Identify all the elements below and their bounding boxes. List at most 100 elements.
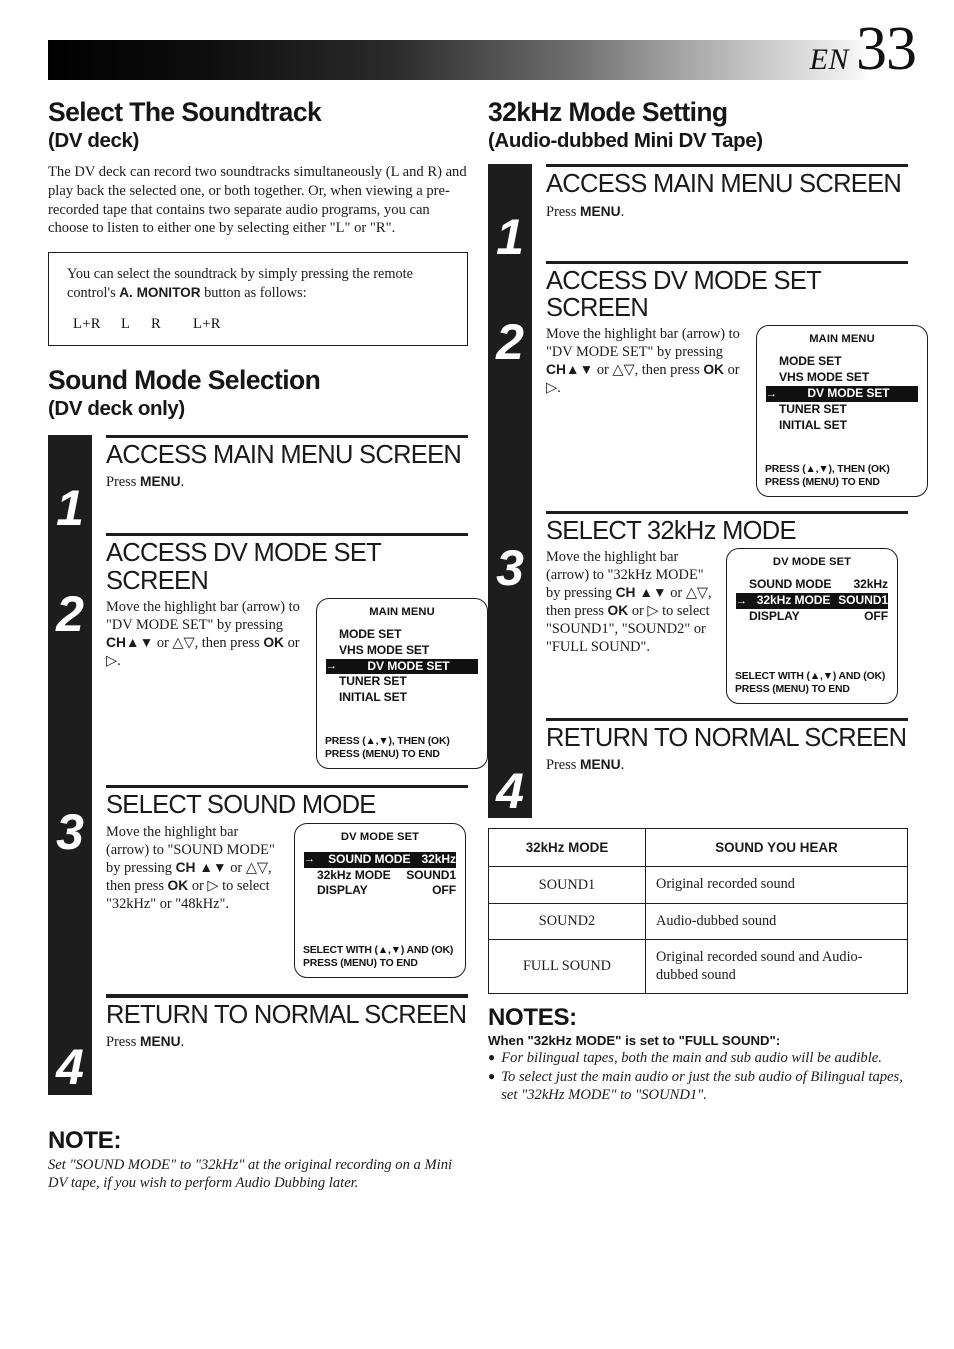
sequence-item: L+R: [73, 316, 101, 333]
table-row: FULL SOUND Original recorded sound and Au…: [488, 939, 908, 995]
osd-row-label: SOUND MODE: [328, 851, 411, 866]
table-cell-sound: Original recorded sound: [645, 866, 908, 904]
osd-title: DV MODE SET: [340, 830, 420, 843]
sequence-item: L: [121, 316, 131, 333]
note-bullet-text: To select just the main audio or just th…: [501, 1068, 903, 1103]
osd-screen-dv-mode-set: DV MODE SET → SOUND MODE 32kHz 32kHz MODE SO…: [294, 822, 466, 979]
notes-bullet-list: ● For bilingual tapes, both the main and …: [488, 1049, 908, 1104]
osd-row-value: OFF: [864, 608, 888, 623]
manual-page: EN 33 Select The Soundtrack (DV deck) Th…: [0, 0, 954, 1349]
selection-arrow-icon: →: [736, 594, 747, 607]
step-desc-pre: Press: [106, 1033, 140, 1050]
table-header-row: 32kHz MODE SOUND YOU HEAR: [488, 828, 908, 868]
osd-row-label: 32kHz MODE: [756, 593, 831, 608]
step-title: SELECT 32kHz MODE: [546, 517, 796, 545]
page-title: Select The Soundtrack: [48, 97, 322, 127]
osd-row-highlighted: → DV MODE SET: [326, 658, 478, 675]
section-subtitle-32khz: (Audio-dubbed Mini DV Tape): [488, 128, 763, 152]
osd-row-list: MODE SET VHS MODE SET → DV MODE SET TUNER SE…: [317, 627, 487, 706]
step-title: ACCESS DV MODE SET SCREEN: [546, 266, 821, 323]
osd-row-value: 32kHz: [421, 851, 457, 866]
osd-footer-line: SELECT WITH (▲,▼) AND (OK): [303, 945, 454, 957]
sequence-item: R: [151, 316, 162, 333]
osd-row-list: MODE SET VHS MODE SET → DV MODE SET TUNER SE…: [757, 354, 927, 433]
osd-row-label: TUNER SET: [339, 674, 407, 689]
table-cell-sound: Audio-dubbed sound: [645, 902, 908, 941]
note-body: Set "SOUND MODE" to "32kHz" at the origi…: [48, 1156, 453, 1192]
osd-row-label: DV MODE SET: [807, 386, 890, 401]
intro-paragraph: The DV deck can record two soundtracks s…: [48, 164, 467, 237]
osd-row-highlighted: → 32kHz MODE SOUND1: [736, 593, 888, 609]
osd-row-label: INITIAL SET: [339, 690, 407, 705]
step-desc-button: MENU: [139, 1033, 181, 1049]
step-4: 4 RETURN TO NORMAL SCREEN Press MENU.: [48, 994, 468, 1094]
osd-row-value: SOUND1: [406, 867, 456, 882]
page-subtitle: (DV deck): [48, 128, 139, 152]
step-4: 4 RETURN TO NORMAL SCREEN Press MENU.: [488, 717, 908, 818]
osd-footer-line: PRESS (▲,▼), THEN (OK): [325, 735, 450, 747]
step-desc-pre: Press: [546, 203, 580, 220]
language-code: EN: [809, 43, 849, 76]
osd-row-label: MODE SET: [339, 626, 402, 641]
section-title-32khz: 32kHz Mode Setting: [488, 97, 728, 127]
osd-footer-line: PRESS (▲,▼), THEN (OK): [765, 463, 890, 475]
soundtrack-sequence: L+R L R L+R: [67, 316, 453, 333]
osd-row-highlighted: → DV MODE SET: [766, 386, 918, 402]
osd-footer: SELECT WITH (▲,▼) AND (OK) PRESS (MENU) T…: [727, 670, 897, 696]
osd-screen-dv-mode-set: DV MODE SET SOUND MODE 32kHz → 32kHz MODE SO…: [726, 548, 898, 704]
selection-arrow-icon: →: [766, 387, 777, 400]
osd-footer-line: PRESS (MENU) TO END: [765, 476, 880, 488]
step-number: 1: [496, 209, 524, 266]
osd-row: VHS MODE SET: [326, 643, 478, 659]
step-divider: [106, 785, 468, 789]
table-row: SOUND2 Audio-dubbed sound: [488, 902, 908, 941]
step-description: Press MENU.: [546, 756, 746, 774]
osd-row-label: VHS MODE SET: [339, 642, 430, 657]
osd-footer-line: PRESS (MENU) TO END: [303, 958, 418, 970]
step-2: 2 ACCESS DV MODE SET SCREEN Move the hig…: [48, 533, 488, 785]
callout-text: You can select the soundtrack by simply …: [67, 265, 453, 302]
step-description: Press MENU.: [106, 473, 306, 491]
step-2: 2 ACCESS DV MODE SET SCREEN Move the hig…: [488, 260, 928, 511]
left-step-list: 1 ACCESS MAIN MENU SCREEN Press MENU. 2 …: [48, 434, 488, 1095]
step-divider: [106, 434, 468, 438]
table-row: SOUND1 Original recorded sound: [488, 866, 908, 904]
osd-row-label: DISPLAY: [749, 608, 800, 623]
osd-title: MAIN MENU: [369, 605, 435, 618]
step-number: 3: [496, 539, 524, 596]
callout-text-after: button as follows:: [200, 284, 307, 301]
step-desc-pre: Press: [106, 474, 140, 491]
step-number: 2: [56, 586, 84, 643]
step-desc-pre: Press: [546, 757, 580, 774]
step-1: 1 ACCESS MAIN MENU SCREEN Press MENU.: [48, 434, 468, 536]
header-gradient-bar: [48, 40, 870, 80]
step-divider: [546, 164, 908, 168]
right-step-list: 1 ACCESS MAIN MENU SCREEN Press MENU. 2 …: [488, 164, 928, 819]
step-1: 1 ACCESS MAIN MENU SCREEN Press MENU.: [488, 164, 908, 266]
step-title: ACCESS DV MODE SET SCREEN: [106, 539, 381, 595]
osd-row: DISPLAY OFF: [736, 609, 888, 625]
step-description: Move the highlight bar (arrow) to "DV MO…: [106, 598, 300, 669]
step-desc-post: .: [620, 203, 625, 220]
step-number: 4: [56, 1039, 84, 1096]
osd-row: 32kHz MODE SOUND1: [304, 868, 456, 884]
osd-row-label: TUNER SET: [779, 401, 847, 416]
step-body: Move the highlight bar (arrow) to "32kHz…: [546, 548, 908, 704]
step-description: Move the highlight bar (arrow) to "DV MO…: [546, 326, 740, 397]
osd-row-label: VHS MODE SET: [779, 370, 870, 385]
note-bullet: ● To select just the main audio or just t…: [488, 1068, 908, 1105]
notes-subheading: When "32kHz MODE" is set to "FULL SOUND"…: [488, 1033, 781, 1049]
osd-footer-line: PRESS (MENU) TO END: [735, 683, 850, 695]
step-body: Move the highlight bar (arrow) to "DV MO…: [106, 597, 488, 770]
page-number-block: EN 33: [809, 18, 917, 80]
osd-row-label: SOUND MODE: [749, 577, 832, 592]
step-body: Move the highlight bar (arrow) to "SOUND…: [106, 822, 468, 979]
notes-heading: NOTES:: [488, 1004, 577, 1032]
step-3: 3 SELECT 32kHz MODE Move the highlight b…: [488, 510, 908, 718]
step-title: RETURN TO NORMAL SCREEN: [106, 1000, 467, 1029]
callout-bold-term: A. MONITOR: [119, 284, 201, 300]
bullet-dot-icon: ●: [488, 1068, 496, 1083]
osd-footer: PRESS (▲,▼), THEN (OK) PRESS (MENU) TO EN…: [757, 463, 927, 489]
step-description: Press MENU.: [106, 1033, 306, 1051]
step-number: 1: [56, 479, 84, 536]
